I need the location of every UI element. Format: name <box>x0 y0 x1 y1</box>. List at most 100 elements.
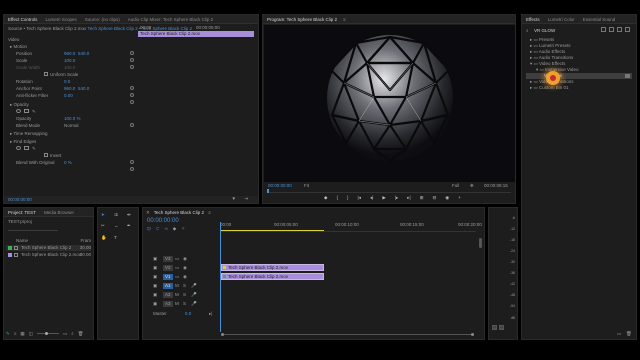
col-frame-rate[interactable]: Fram <box>81 238 92 244</box>
accelerated-filter-icon[interactable] <box>601 27 606 32</box>
anchor-x[interactable]: 960.0 <box>64 86 75 92</box>
lock-icon[interactable]: ▣ <box>153 292 157 298</box>
linked-selection-icon[interactable]: ∞ <box>165 226 168 232</box>
wrench-icon[interactable]: ✥ <box>470 183 474 189</box>
scroll-thumb[interactable] <box>479 238 482 248</box>
overwrite-icon[interactable]: ⊟ <box>433 195 437 202</box>
pen-tool-icon[interactable]: ✒ <box>127 223 137 232</box>
ripple-edit-tool-icon[interactable]: ⇹ <box>127 212 137 221</box>
hand-tool-icon[interactable]: ✋ <box>101 235 111 244</box>
timeline-zoom-scrollbar[interactable] <box>221 333 474 336</box>
trash-icon[interactable]: 🗑 <box>78 331 84 337</box>
add-marker-icon[interactable]: ◆ <box>173 226 176 232</box>
panel-menu-icon[interactable]: ≡ <box>208 210 211 215</box>
solo-right-button[interactable]: S <box>499 325 504 330</box>
timeline-vertical-scrollbar[interactable] <box>479 238 482 333</box>
ellipse-mask-icon[interactable] <box>16 146 21 150</box>
project-item-clip[interactable]: Tech Sphere Black Clip 2.mov 30.00 <box>6 252 91 258</box>
master-volume[interactable]: 0.0 <box>185 311 191 317</box>
icon-view-icon[interactable]: ▦ <box>20 331 24 337</box>
panel-menu-icon[interactable]: ≡ <box>343 17 346 22</box>
effect-controls-timecode[interactable]: 00:00:00:00 <box>8 197 32 202</box>
freeform-view-icon[interactable]: ◫ <box>29 331 33 337</box>
blend-original-value[interactable]: 0 % <box>64 160 72 166</box>
tab-program[interactable]: Program: Tech Sphere Black Clip 2 <box>263 15 341 24</box>
go-to-end-icon[interactable]: ▸| <box>209 311 212 317</box>
program-timecode[interactable]: 00:00:00:00 <box>268 183 292 188</box>
reset-icon[interactable] <box>130 167 134 171</box>
tree-item-custom-bin[interactable]: ▸ ▭ Custom Bin 01 <box>530 85 632 91</box>
reset-icon[interactable] <box>130 51 134 55</box>
fit-select[interactable]: Fit <box>304 183 309 188</box>
col-name[interactable]: Name <box>16 238 28 244</box>
project-item-sequence[interactable]: Tech Sphere Black Clip 2 30.00 <box>6 245 91 251</box>
source-label[interactable]: Source • Tech Sphere Black Clip 2.mov <box>8 26 86 31</box>
razor-tool-icon[interactable]: ✂ <box>101 223 111 232</box>
playhead-marker[interactable] <box>267 189 269 193</box>
reset-icon[interactable] <box>130 100 134 104</box>
zoom-slider[interactable] <box>36 332 59 335</box>
mute-button[interactable]: M <box>175 301 179 307</box>
mark-out-icon[interactable]: } <box>347 195 349 202</box>
tab-effects[interactable]: Effects <box>522 15 544 24</box>
antiflicker-value[interactable]: 0.00 <box>64 93 73 99</box>
list-view-icon[interactable]: ≡ <box>14 331 17 336</box>
new-item-icon[interactable]: ▭ <box>63 331 67 337</box>
mic-icon[interactable]: 🎤 <box>191 301 197 307</box>
solo-button[interactable]: S <box>183 301 186 307</box>
export-icon[interactable]: ⇥ <box>244 196 248 202</box>
find-edges-row[interactable]: ▸ Find Edges <box>10 139 134 145</box>
opacity-value[interactable]: 100.0 % <box>64 116 81 122</box>
position-x[interactable]: 960.0 <box>64 51 75 57</box>
tab-effect-controls[interactable]: Effect Controls <box>4 15 41 24</box>
mic-icon[interactable]: 🎤 <box>191 283 197 289</box>
find-icon[interactable]: ⌕ <box>71 331 74 336</box>
timeline-timecode[interactable]: 00:00:00:00 <box>147 218 179 224</box>
reset-icon[interactable] <box>130 58 134 62</box>
quality-select[interactable]: Full <box>452 183 459 188</box>
scale-value[interactable]: 100.0 <box>64 58 75 64</box>
scroll-track[interactable] <box>224 334 471 335</box>
zoom-slider-thumb[interactable] <box>44 332 48 335</box>
mute-button[interactable]: M <box>175 292 179 298</box>
eye-icon[interactable]: ◉ <box>183 256 187 262</box>
sync-lock-icon[interactable]: ▭ <box>175 256 179 262</box>
time-remapping-row[interactable]: ▸ Time Remapping <box>10 131 134 137</box>
pen-mask-icon[interactable]: ✎ <box>32 146 36 151</box>
pen-mask-icon[interactable]: ✎ <box>32 109 36 114</box>
mark-in-icon[interactable]: { <box>336 195 338 202</box>
rotation-value[interactable]: 0.0 <box>64 79 70 85</box>
solo-left-button[interactable]: S <box>492 325 497 330</box>
lock-icon[interactable]: ▣ <box>153 283 157 289</box>
sync-lock-icon[interactable]: ▭ <box>175 265 179 271</box>
invert-checkbox[interactable] <box>44 153 48 157</box>
motion-row[interactable]: ▸ Motion <box>10 44 134 50</box>
tab-lumetri-color[interactable]: Lumetri Color <box>544 15 579 24</box>
step-forward-icon[interactable]: |▸ <box>395 195 398 202</box>
blend-mode-select[interactable]: Normal <box>64 123 79 129</box>
solo-button[interactable]: S <box>183 283 186 289</box>
lock-icon[interactable]: ▣ <box>153 256 157 262</box>
program-scrub-bar[interactable] <box>267 189 511 193</box>
position-y[interactable]: 540.0 <box>78 51 89 57</box>
rect-mask-icon[interactable] <box>24 109 29 113</box>
anchor-y[interactable]: 540.0 <box>78 86 89 92</box>
track-select-tool-icon[interactable]: ⇉ <box>114 212 124 221</box>
reset-icon[interactable] <box>130 160 134 164</box>
insert-icon[interactable]: ⊞ <box>420 195 424 202</box>
opacity-section-row[interactable]: ▸ Opacity <box>10 102 134 108</box>
play-icon[interactable]: ▶ <box>382 195 385 202</box>
go-to-out-icon[interactable]: ▸| <box>407 195 410 202</box>
tab-lumetri-scopes[interactable]: Lumetri Scopes <box>41 15 80 24</box>
mute-button[interactable]: M <box>175 283 179 289</box>
tab-media-browser[interactable]: Media Browser <box>40 208 78 217</box>
button-editor-icon[interactable]: + <box>458 195 461 202</box>
clip-a1[interactable]: Tech Sphere Black Clip 2.mov <box>221 273 324 280</box>
nest-icon[interactable]: ⊡ <box>147 226 151 232</box>
tab-sequence[interactable]: Tech Sphere Black Clip 2 <box>150 208 208 217</box>
tab-audio-clip-mixer[interactable]: Audio Clip Mixer: Tech Sphere Black Clip… <box>124 15 217 24</box>
timeline-ruler[interactable]: 00:00 00:00:05:00 00:00:10:00 00:00:15:0… <box>220 220 482 232</box>
mic-icon[interactable]: 🎤 <box>191 292 197 298</box>
new-bin-icon[interactable] <box>625 27 630 32</box>
rect-mask-icon[interactable] <box>24 146 29 150</box>
